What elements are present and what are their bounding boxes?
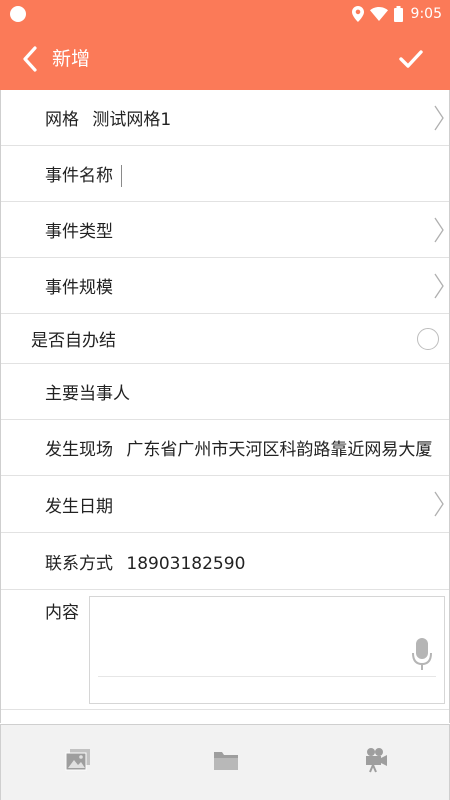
chevron-right-icon	[434, 217, 444, 242]
event-name-row[interactable]: 事件名称	[1, 146, 449, 202]
self-handled-radio[interactable]	[417, 327, 439, 350]
status-bar: 9:05	[0, 0, 450, 28]
self-handled-row: 是否自办结	[1, 314, 449, 364]
text-cursor	[121, 164, 122, 187]
chevron-right-icon	[434, 273, 444, 298]
event-type-row[interactable]: 事件类型	[1, 202, 449, 258]
event-form: 网格 测试网格1 事件名称 事件类型 事件规模 是否自办结 主要当事人 发生现场…	[0, 90, 450, 723]
event-scale-row[interactable]: 事件规模	[1, 258, 449, 314]
main-party-row[interactable]: 主要当事人	[1, 364, 449, 420]
chevron-right-icon	[434, 105, 444, 130]
status-indicators: 9:05	[351, 4, 442, 24]
confirm-button[interactable]	[396, 44, 426, 74]
location-label: 发生现场	[45, 440, 113, 460]
content-row: 内容	[1, 590, 449, 710]
folder-icon	[214, 752, 238, 770]
grid-label-text: 网格	[45, 110, 79, 130]
page-title: 新增	[52, 48, 91, 70]
check-icon	[399, 50, 423, 68]
location-label-wrap: 发生现场 广东省广州市天河区科韵路靠近网易大厦	[45, 435, 432, 460]
event-name-label: 事件名称	[45, 165, 113, 186]
main-party-label: 主要当事人	[45, 384, 130, 404]
event-name-label-wrap: 事件名称	[45, 161, 122, 187]
location-icon	[351, 6, 364, 22]
date-row[interactable]: 发生日期	[1, 476, 449, 533]
contact-label: 联系方式	[45, 553, 113, 574]
microphone-icon[interactable]	[412, 637, 432, 671]
attachment-toolbar	[0, 724, 450, 800]
add-file-button[interactable]	[211, 745, 241, 775]
grid-row[interactable]: 网格 测试网格1	[1, 90, 449, 146]
add-image-button[interactable]	[63, 745, 93, 775]
add-video-button[interactable]	[361, 745, 391, 775]
contact-label-wrap: 联系方式 18903182590	[45, 549, 245, 574]
content-underline	[98, 676, 436, 677]
location-value: 广东省广州市天河区科韵路靠近网易大厦	[126, 440, 433, 460]
event-scale-label: 事件规模	[45, 278, 113, 298]
chevron-left-icon	[23, 46, 37, 72]
battery-icon	[393, 6, 403, 22]
status-time: 9:05	[410, 6, 442, 22]
chevron-right-icon	[434, 491, 444, 517]
notification-dot-icon	[10, 6, 26, 22]
grid-label: 网格 测试网格1	[45, 105, 171, 130]
location-row[interactable]: 发生现场 广东省广州市天河区科韵路靠近网易大厦	[1, 420, 449, 476]
app-bar: 新增	[0, 28, 450, 90]
content-label: 内容	[45, 603, 79, 623]
wifi-icon	[369, 7, 388, 21]
date-label: 发生日期	[45, 496, 113, 517]
self-handled-label: 是否自办结	[31, 331, 116, 351]
content-textarea[interactable]	[89, 596, 445, 704]
contact-value: 18903182590	[126, 553, 246, 574]
image-icon	[65, 749, 90, 771]
grid-value: 测试网格1	[92, 110, 172, 130]
video-camera-icon	[366, 748, 387, 773]
event-type-label: 事件类型	[45, 222, 113, 242]
contact-row[interactable]: 联系方式 18903182590	[1, 533, 449, 590]
back-button[interactable]	[14, 42, 46, 76]
